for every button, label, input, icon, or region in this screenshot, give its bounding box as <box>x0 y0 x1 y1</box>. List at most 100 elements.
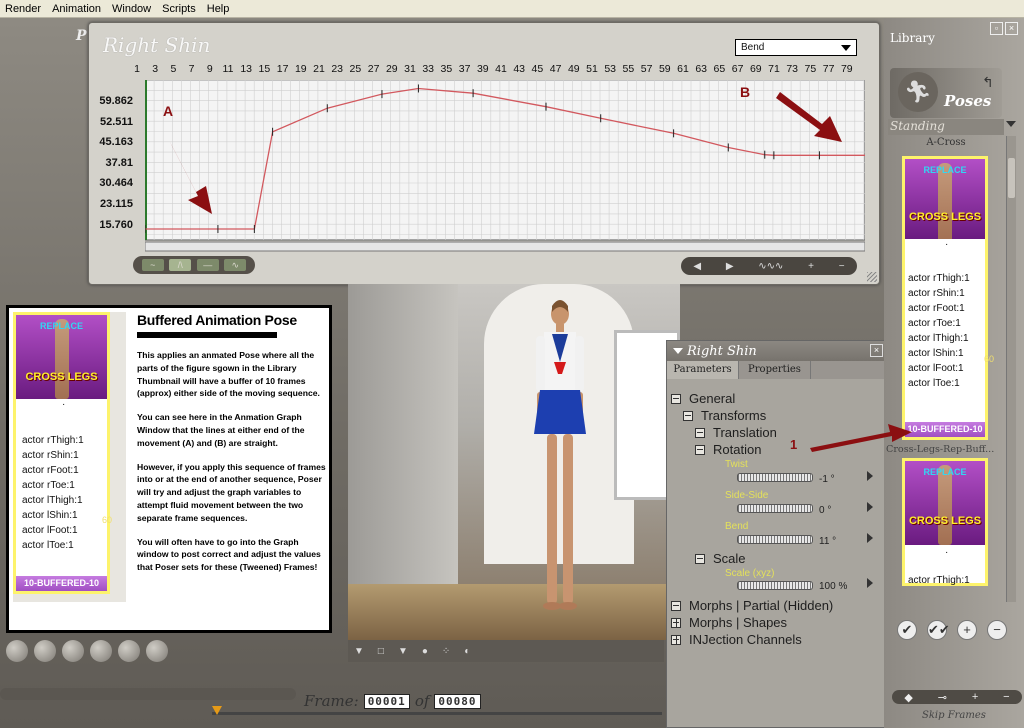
next-key-button[interactable]: ▶ <box>726 261 734 272</box>
prev-key-button[interactable]: ◀ <box>693 261 701 272</box>
graph-horizontal-scrollbar[interactable] <box>145 241 865 252</box>
menu-scripts[interactable]: Scripts <box>157 3 202 15</box>
resize-grip[interactable] <box>867 272 877 282</box>
tree-morphs-shapes[interactable]: Morphs | Shapes <box>671 615 787 630</box>
frame-tick-label: 25 <box>349 63 362 75</box>
scale-dial[interactable] <box>737 581 813 590</box>
restore-icon[interactable]: ▫ <box>990 22 1003 35</box>
curve-linear-button[interactable]: /\ <box>169 259 192 271</box>
frame-counter: Frame: 00001 of 00080 <box>304 690 494 712</box>
twist-dial[interactable] <box>737 473 813 482</box>
tree-morphs-partial[interactable]: Morphs | Partial (Hidden) <box>671 598 833 613</box>
tree-injection[interactable]: INJection Channels <box>671 632 802 647</box>
tab-properties[interactable]: Properties <box>739 361 811 379</box>
menu-window[interactable]: Window <box>107 3 157 15</box>
annotation-a-label: A <box>163 103 174 119</box>
add-key-button[interactable]: + <box>808 261 814 272</box>
library-panel: Library ▫ × 🏃︎ Poses ↰ Standing A-Cross … <box>884 18 1024 728</box>
frame-tick-label: 21 <box>313 63 325 75</box>
library-item-2[interactable]: REPLACE CROSS LEGS · actor rThigh:1 <box>902 458 988 586</box>
add-to-library-button[interactable]: + <box>957 620 977 640</box>
total-frames-field[interactable]: 00080 <box>434 693 481 709</box>
viewport-balls[interactable] <box>6 640 168 662</box>
annotation-1-label: 1 <box>790 437 798 452</box>
tab-parameters[interactable]: Parameters <box>667 361 739 379</box>
delete-key-button[interactable]: − <box>839 261 845 272</box>
side-side-menu-arrow-icon[interactable] <box>867 502 873 512</box>
play-controls[interactable] <box>0 688 296 700</box>
library-item-selected[interactable]: REPLACE CROSS LEGS · actor rThigh:1 actor… <box>902 156 988 440</box>
skip-frames-toggle[interactable]: Skip Frames <box>922 710 986 721</box>
library-item-name: A-Cross <box>926 137 966 148</box>
tree-transforms[interactable]: Transforms <box>683 408 766 423</box>
library-title: Library <box>890 31 935 45</box>
menu-help[interactable]: Help <box>202 3 236 15</box>
sound-wave-icon[interactable]: ∿∿∿ <box>758 261 783 272</box>
menu-bar: Render Animation Window Scripts Help <box>0 0 1024 18</box>
side-side-value[interactable]: 0 ° <box>819 505 831 516</box>
render-ball-icon[interactable]: ◐ <box>464 646 470 657</box>
scale-value[interactable]: 100 % <box>819 581 847 592</box>
current-frame-field[interactable]: 00001 <box>363 693 410 709</box>
subcategory-selector[interactable]: Standing <box>888 119 1004 135</box>
frame-tick-label: 63 <box>695 63 708 75</box>
curve-spline-button[interactable]: ~ <box>141 259 164 271</box>
y-tick-label: 52.511 <box>99 115 133 128</box>
parameter-dropdown[interactable]: Bend <box>735 39 857 56</box>
sphere-icon[interactable]: ● <box>422 646 428 657</box>
collapse-icon[interactable] <box>673 348 683 354</box>
menu-animation[interactable]: Animation <box>47 3 107 15</box>
figure-model[interactable] <box>528 292 588 612</box>
tree-general[interactable]: General <box>671 391 735 406</box>
timeline-track[interactable] <box>212 712 662 715</box>
side-side-dial[interactable] <box>737 504 813 513</box>
curve-break-button[interactable]: ∿ <box>224 259 247 271</box>
frame-tick-label: 23 <box>331 63 344 75</box>
frame-tick-label: 31 <box>404 63 416 75</box>
document-viewport[interactable] <box>348 284 680 640</box>
remove-from-library-button[interactable]: − <box>987 620 1007 640</box>
frame-tick-label: 15 <box>258 63 271 75</box>
frame-icon[interactable]: □ <box>378 646 384 657</box>
pose-label: 10-BUFFERED-10 <box>905 422 985 437</box>
graph-plot[interactable] <box>145 80 865 256</box>
curve-constant-button[interactable]: — <box>196 259 219 271</box>
y-axis-labels: 59.862 52.511 45.163 37.81 30.464 23.115 15.76… <box>93 95 133 235</box>
replace-text: REPLACE <box>39 321 83 331</box>
chevron-down-icon[interactable] <box>1006 121 1016 127</box>
tree-rotation[interactable]: Rotation <box>695 442 761 457</box>
lights-icon[interactable]: ⁘ <box>442 646 450 657</box>
display-menu-icon[interactable]: ▼ <box>354 646 364 657</box>
keyframe-icon[interactable]: ◆ <box>904 691 912 704</box>
dial-label-scale: Scale (xyz) <box>725 568 775 579</box>
apply-button[interactable]: ✔ <box>897 620 917 640</box>
frame-tick-label: 67 <box>731 63 744 75</box>
bend-menu-arrow-icon[interactable] <box>867 533 873 543</box>
apply-all-button[interactable]: ✔✔ <box>927 620 950 640</box>
twist-menu-arrow-icon[interactable] <box>867 471 873 481</box>
back-arrow-icon[interactable]: ↰ <box>982 74 994 91</box>
close-icon[interactable]: × <box>870 344 883 357</box>
tree-scale[interactable]: Scale <box>695 551 746 566</box>
parameters-tabs: Parameters Properties <box>667 361 887 379</box>
bend-value[interactable]: 11 ° <box>819 536 836 547</box>
viewport-toolbar: ▼ □ ▼ ● ⁘ ◐ <box>348 640 664 662</box>
frame-tick-label: 1 <box>134 63 140 75</box>
add-keyframe-button[interactable]: + <box>972 691 978 703</box>
tree-translation[interactable]: Translation <box>695 425 777 440</box>
bend-dial[interactable] <box>737 535 813 544</box>
animation-controls: ◆ ⊸ + − <box>892 690 1022 704</box>
tutorial-text: This applies an anmated Pose where all t… <box>137 350 326 573</box>
library-scrollbar[interactable] <box>1006 136 1016 602</box>
annotation-b-label: B <box>740 84 751 100</box>
twist-value[interactable]: -1 ° <box>819 474 835 485</box>
scroll-thumb[interactable] <box>1008 158 1015 198</box>
menu-render[interactable]: Render <box>0 3 47 15</box>
key-icon[interactable]: ⊸ <box>938 691 947 704</box>
timeline-scrubber[interactable] <box>212 706 222 715</box>
style-menu-icon[interactable]: ▼ <box>398 646 408 657</box>
scale-menu-arrow-icon[interactable] <box>867 578 873 588</box>
remove-keyframe-button[interactable]: − <box>1003 691 1009 703</box>
close-icon[interactable]: × <box>1005 22 1018 35</box>
frame-tick-label: 7 <box>188 63 195 75</box>
